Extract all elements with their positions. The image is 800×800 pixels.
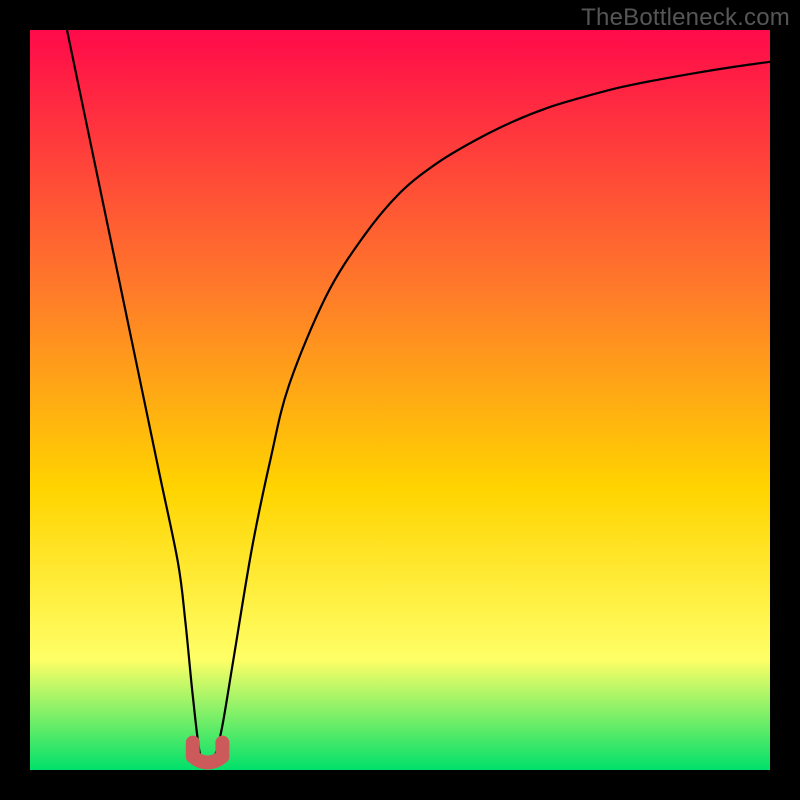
chart-frame: TheBottleneck.com	[0, 0, 800, 800]
plot-area	[30, 30, 770, 770]
chart-svg	[30, 30, 770, 770]
watermark-text: TheBottleneck.com	[581, 4, 790, 32]
gradient-background	[30, 30, 770, 770]
